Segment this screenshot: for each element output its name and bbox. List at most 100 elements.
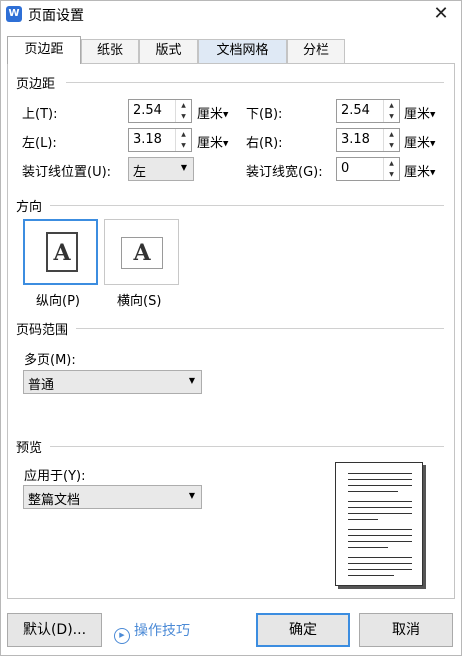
portrait-label: 纵向(P): [36, 294, 80, 309]
preview-text-line: [348, 485, 412, 486]
landscape-option[interactable]: A: [104, 219, 179, 285]
gutter-width-spinner[interactable]: 0 ▲ ▼: [336, 157, 400, 181]
divider: [76, 328, 444, 329]
spin-down-icon[interactable]: ▼: [176, 140, 191, 151]
unit-label: 厘米: [404, 165, 431, 180]
left-margin-value: 3.18: [133, 132, 162, 147]
default-button[interactable]: 默认(D)...: [7, 613, 102, 647]
section-title-margins: 页边距: [16, 77, 56, 92]
play-circle-icon: ▶: [114, 628, 130, 644]
preview-text-line: [348, 519, 378, 520]
chevron-down-icon: ▼: [188, 376, 195, 385]
tab-margins[interactable]: 页边距: [7, 36, 81, 64]
gutter-position-value: 左: [133, 165, 147, 180]
gutter-position-label: 装订线位置(U):: [22, 165, 112, 180]
ok-button[interactable]: 确定: [256, 613, 350, 647]
multiple-pages-select[interactable]: 普通 ▼: [23, 370, 202, 394]
preview-text-line: [348, 507, 412, 508]
unit-label: 厘米: [197, 107, 224, 122]
preview-text-line: [348, 479, 412, 480]
preview-text-line: [348, 557, 412, 558]
preview-text-line: [348, 535, 412, 536]
multiple-pages-value: 普通: [28, 378, 55, 393]
unit-caret-icon: ▼: [223, 139, 229, 148]
cancel-button[interactable]: 取消: [359, 613, 453, 647]
preview-text-line: [348, 563, 412, 564]
right-margin-label: 右(R):: [246, 136, 283, 151]
preview-text-line: [348, 541, 412, 542]
close-button[interactable]: ✕: [430, 2, 452, 26]
left-margin-unit[interactable]: 厘米▼: [197, 132, 228, 151]
title-bar: W 页面设置 ✕: [0, 0, 462, 30]
tab-columns[interactable]: 分栏: [287, 39, 345, 63]
left-margin-label: 左(L):: [22, 136, 57, 151]
right-margin-unit[interactable]: 厘米▼: [404, 132, 435, 151]
preview-text-line: [348, 473, 412, 474]
divider: [50, 205, 444, 206]
spin-up-icon[interactable]: ▲: [176, 129, 191, 140]
preview-text-line: [348, 569, 412, 570]
page-preview: [335, 462, 423, 586]
tips-link-label: 操作技巧: [134, 623, 190, 639]
apply-to-label: 应用于(Y):: [24, 469, 86, 484]
spin-down-icon[interactable]: ▼: [176, 111, 191, 122]
portrait-page-icon: A: [46, 232, 78, 272]
wps-logo-icon: W: [6, 6, 22, 22]
top-margin-spinner[interactable]: 2.54 ▲ ▼: [128, 99, 192, 123]
gutter-width-label: 装订线宽(G):: [246, 165, 323, 180]
spin-up-icon[interactable]: ▲: [176, 100, 191, 111]
right-margin-spinner[interactable]: 3.18 ▲ ▼: [336, 128, 400, 152]
landscape-page-icon: A: [121, 237, 163, 269]
apply-to-value: 整篇文档: [28, 493, 81, 508]
landscape-label: 横向(S): [117, 294, 162, 309]
tab-document-grid[interactable]: 文档网格: [198, 39, 287, 63]
portrait-option[interactable]: A: [23, 219, 98, 285]
divider: [66, 82, 444, 83]
spin-up-icon[interactable]: ▲: [384, 100, 399, 111]
gutter-width-unit[interactable]: 厘米▼: [404, 161, 435, 180]
spin-up-icon[interactable]: ▲: [384, 158, 399, 169]
section-title-page-range: 页码范围: [16, 323, 69, 338]
tab-layout[interactable]: 版式: [139, 39, 198, 63]
spin-up-icon[interactable]: ▲: [384, 129, 399, 140]
spin-down-icon[interactable]: ▼: [384, 169, 399, 180]
chevron-down-icon: ▼: [180, 163, 187, 172]
unit-caret-icon: ▼: [430, 168, 436, 177]
preview-text-line: [348, 501, 412, 502]
bottom-margin-spinner[interactable]: 2.54 ▲ ▼: [336, 99, 400, 123]
left-margin-spinner[interactable]: 3.18 ▲ ▼: [128, 128, 192, 152]
gutter-position-select[interactable]: 左 ▼: [128, 157, 194, 181]
unit-caret-icon: ▼: [430, 110, 436, 119]
preview-text-line: [348, 529, 412, 530]
dialog-title: 页面设置: [28, 8, 84, 24]
unit-caret-icon: ▼: [430, 139, 436, 148]
bottom-margin-label: 下(B):: [246, 107, 283, 122]
chevron-down-icon: ▼: [188, 491, 195, 500]
top-margin-unit[interactable]: 厘米▼: [197, 103, 228, 122]
unit-label: 厘米: [197, 136, 224, 151]
unit-label: 厘米: [404, 107, 431, 122]
preview-text-line: [348, 491, 398, 492]
top-margin-label: 上(T):: [22, 107, 58, 122]
section-title-preview: 预览: [16, 441, 43, 456]
apply-to-select[interactable]: 整篇文档 ▼: [23, 485, 202, 509]
gutter-width-value: 0: [341, 161, 350, 176]
bottom-margin-unit[interactable]: 厘米▼: [404, 103, 435, 122]
preview-text-line: [348, 575, 394, 576]
preview-text-line: [348, 513, 412, 514]
spin-down-icon[interactable]: ▼: [384, 140, 399, 151]
page-letter-icon: A: [133, 240, 151, 266]
bottom-margin-value: 2.54: [341, 103, 370, 118]
right-margin-value: 3.18: [341, 132, 370, 147]
tips-link[interactable]: ▶ 操作技巧: [114, 620, 190, 644]
unit-caret-icon: ▼: [223, 110, 229, 119]
multiple-pages-label: 多页(M):: [24, 353, 76, 368]
unit-label: 厘米: [404, 136, 431, 151]
section-title-orientation: 方向: [16, 200, 43, 215]
tab-paper[interactable]: 纸张: [81, 39, 139, 63]
preview-text-line: [348, 547, 388, 548]
top-margin-value: 2.54: [133, 103, 162, 118]
spin-down-icon[interactable]: ▼: [384, 111, 399, 122]
page-letter-icon: A: [53, 240, 71, 266]
divider: [50, 446, 444, 447]
